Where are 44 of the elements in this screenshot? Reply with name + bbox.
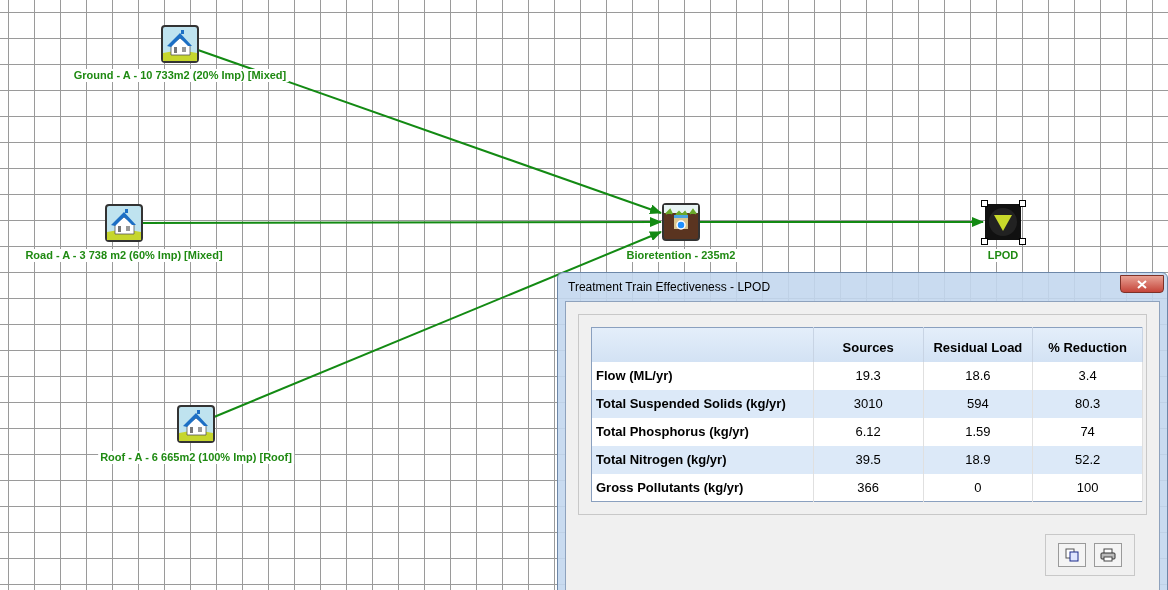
table-cell: 18.9 <box>923 445 1033 474</box>
row-label: Gross Pollutants (kg/yr) <box>591 473 814 502</box>
selection-handle[interactable] <box>981 200 988 207</box>
node-label: Road - A - 3 738 m2 (60% Imp) [Mixed] <box>23 249 225 262</box>
node-label: LPOD <box>985 249 1021 262</box>
selection-handle[interactable] <box>981 238 988 245</box>
table-cell: 1.59 <box>923 417 1033 446</box>
table-cell: 3.4 <box>1032 361 1143 390</box>
copy-button[interactable] <box>1058 543 1086 567</box>
node-label: Bioretention - 235m2 <box>624 249 738 262</box>
table-cell: 19.3 <box>813 361 924 390</box>
table-cell: 594 <box>923 389 1033 418</box>
column-header: Sources <box>813 327 924 362</box>
row-label: Total Phosphorus (kg/yr) <box>591 417 814 446</box>
table-cell: 74 <box>1032 417 1143 446</box>
table-cell: 52.2 <box>1032 445 1143 474</box>
row-label: Flow (ML/yr) <box>591 361 814 390</box>
selection-handle[interactable] <box>1019 238 1026 245</box>
bioretention-icon[interactable] <box>662 203 700 241</box>
column-header: % Reduction <box>1032 327 1143 362</box>
close-button[interactable] <box>1120 275 1164 293</box>
table-cell: 80.3 <box>1032 389 1143 418</box>
table-cell: 6.12 <box>813 417 924 446</box>
node-label: Roof - A - 6 665m2 (100% Imp) [Roof] <box>98 451 294 464</box>
column-header: Residual Load <box>923 327 1033 362</box>
table-cell: 0 <box>923 473 1033 502</box>
outlet-icon[interactable] <box>984 203 1022 241</box>
close-icon <box>1137 279 1147 289</box>
printer-icon <box>1100 548 1116 562</box>
table-cell: 100 <box>1032 473 1143 502</box>
table-cell: 366 <box>813 473 924 502</box>
house-icon[interactable] <box>177 405 215 443</box>
table-cell: 39.5 <box>813 445 924 474</box>
row-label: Total Nitrogen (kg/yr) <box>591 445 814 474</box>
window-title: Treatment Train Effectiveness - LPOD <box>568 279 771 296</box>
node-label: Ground - A - 10 733m2 (20% Imp) [Mixed] <box>71 69 289 82</box>
table-cell: 3010 <box>813 389 924 418</box>
house-icon[interactable] <box>105 204 143 242</box>
row-label: Total Suspended Solids (kg/yr) <box>591 389 814 418</box>
print-button[interactable] <box>1094 543 1122 567</box>
selection-handle[interactable] <box>1019 200 1026 207</box>
table-cell: 18.6 <box>923 361 1033 390</box>
house-icon[interactable] <box>161 25 199 63</box>
copy-icon <box>1065 548 1079 562</box>
